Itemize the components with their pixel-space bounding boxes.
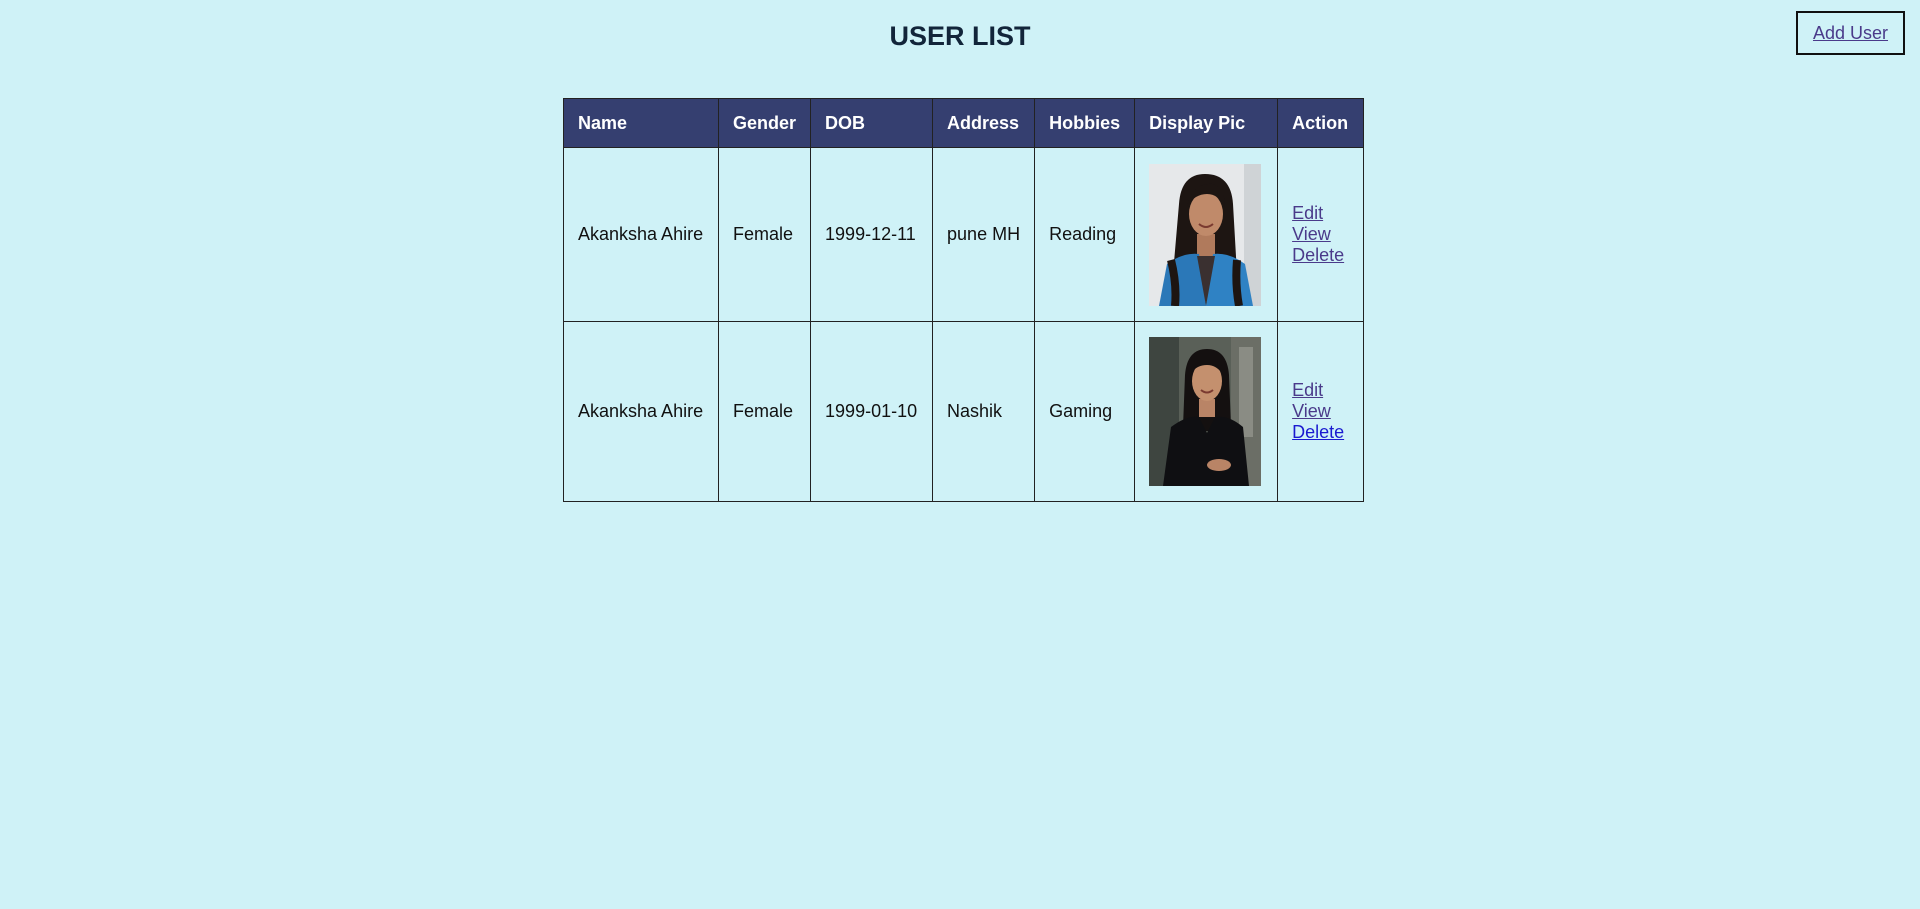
user-table: Name Gender DOB Address Hobbies Display … <box>563 98 1365 502</box>
cell-hobbies: Reading <box>1034 147 1136 322</box>
view-link[interactable]: View <box>1292 401 1349 422</box>
edit-link[interactable]: Edit <box>1292 203 1349 224</box>
cell-gender: Female <box>717 321 812 502</box>
cell-address: Nashik <box>932 321 1036 502</box>
cell-address: pune MH <box>932 147 1036 322</box>
profile-photo-image <box>1149 163 1262 306</box>
table-row: Akanksha Ahire Female 1999-01-10 Nashik … <box>563 321 1365 502</box>
edit-link[interactable]: Edit <box>1292 380 1349 401</box>
cell-gender: Female <box>717 147 812 322</box>
delete-link[interactable]: Delete <box>1292 245 1349 266</box>
table-row: Akanksha Ahire Female 1999-12-11 pune MH… <box>563 147 1365 322</box>
delete-link[interactable]: Delete <box>1292 422 1349 443</box>
cell-actions: Edit View Delete <box>1277 321 1365 502</box>
view-link[interactable]: View <box>1292 224 1349 245</box>
cell-dob: 1999-12-11 <box>810 147 934 322</box>
cell-name: Akanksha Ahire <box>563 147 719 322</box>
profile-photo <box>1149 163 1262 306</box>
add-user-link[interactable]: Add User <box>1813 23 1888 44</box>
page-title: USER LIST <box>889 21 1031 51</box>
header-address: Address <box>932 98 1036 148</box>
header-display-pic: Display Pic <box>1134 98 1279 148</box>
header-gender: Gender <box>717 98 812 148</box>
cell-display-pic <box>1134 147 1279 322</box>
cell-actions: Edit View Delete <box>1277 147 1365 322</box>
header-name: Name <box>563 98 719 148</box>
table-header-row: Name Gender DOB Address Hobbies Display … <box>563 98 1365 148</box>
header-action: Action <box>1277 98 1365 148</box>
profile-photo-image <box>1149 337 1262 486</box>
cell-display-pic <box>1134 321 1279 502</box>
header-hobbies: Hobbies <box>1034 98 1136 148</box>
header-dob: DOB <box>810 98 934 148</box>
cell-hobbies: Gaming <box>1034 321 1136 502</box>
cell-dob: 1999-01-10 <box>810 321 934 502</box>
add-user-box: Add User <box>1796 11 1905 55</box>
user-table-container: Name Gender DOB Address Hobbies Display … <box>563 98 1365 502</box>
profile-photo <box>1149 337 1262 486</box>
cell-name: Akanksha Ahire <box>563 321 719 502</box>
